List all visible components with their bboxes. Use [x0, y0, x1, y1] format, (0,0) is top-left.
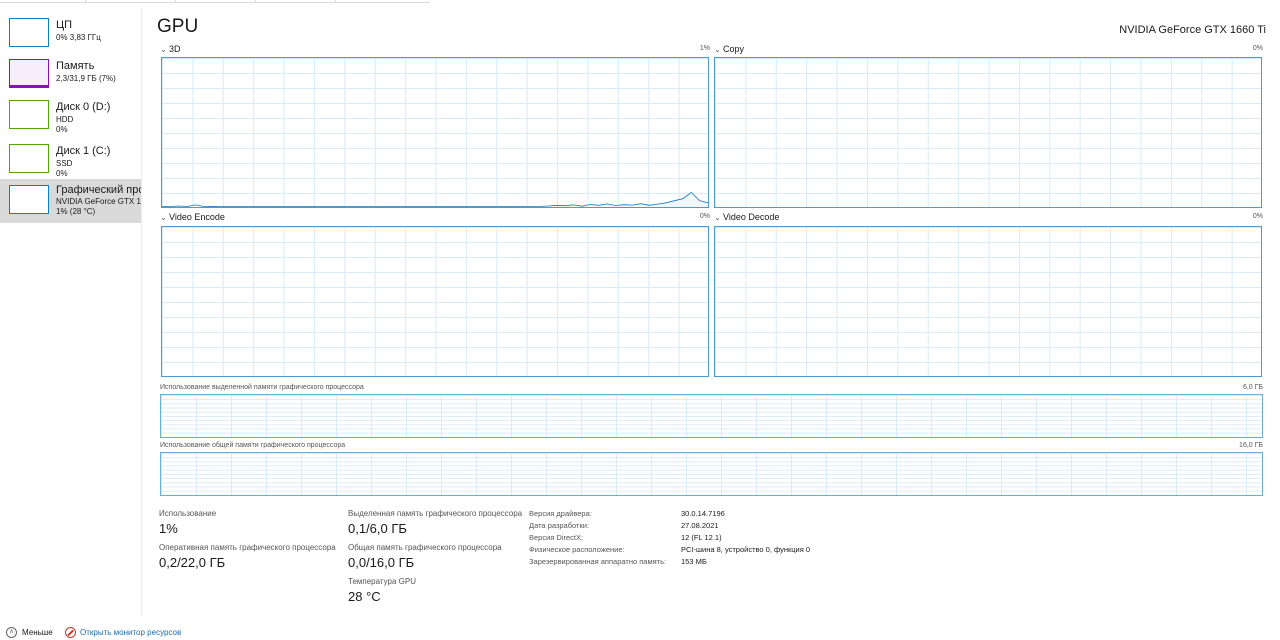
chevron-down-icon: ⌄ — [160, 213, 167, 222]
sidebar-item-gpu[interactable]: Графический про NVIDIA GeForce GTX 166 1… — [0, 179, 142, 223]
sidebar-item-cpu[interactable]: ЦП 0% 3,83 ГГц — [0, 12, 141, 56]
property-value: PCI-шина 8, устройство 0, функция 0 — [681, 545, 811, 554]
chevron-down-icon: ⌄ — [160, 45, 167, 54]
sidebar-item-usage: 0% — [56, 169, 68, 178]
open-resource-monitor-link[interactable]: Открыть монитор ресурсов — [80, 628, 181, 637]
property-value: 27.08.2021 — [681, 521, 719, 530]
shared-memory-label: Общая память графического процессора — [348, 543, 502, 552]
sidebar-item-memory[interactable]: Память 2,3/31,9 ГБ (7%) — [0, 53, 141, 97]
gpu-temperature-label: Температура GPU — [348, 577, 417, 586]
engine-percent: 0% — [699, 213, 710, 220]
property-value: 30.0.14.7196 — [681, 509, 725, 518]
sidebar-item-detail: NVIDIA GeForce GTX 166 — [56, 197, 142, 206]
property-key: Версия DirectX: — [529, 533, 584, 542]
gpu-memory-label: Оперативная память графического процессо… — [159, 543, 336, 552]
engine-name: Video Decode — [723, 212, 780, 222]
engine-selector-video-decode[interactable]: ⌄ Video Decode — [714, 212, 779, 222]
resource-monitor-icon[interactable] — [65, 627, 76, 638]
memory-thumbnail-graph — [9, 59, 49, 88]
disk-1-thumbnail-graph — [9, 144, 49, 173]
chevron-down-icon: ⌄ — [714, 45, 721, 54]
dedicated-memory-graph-label: Использование выделенной памяти графичес… — [160, 384, 364, 391]
engine-percent: 0% — [1252, 213, 1263, 220]
gpu-temperature-value: 28 °C — [348, 589, 381, 604]
shared-memory-graph — [160, 452, 1263, 496]
engine-name: Video Encode — [169, 212, 225, 222]
sidebar-item-detail: 2,3/31,9 ГБ (7%) — [56, 74, 116, 83]
graph-video-encode — [161, 226, 709, 377]
sidebar-item-detail: HDD — [56, 115, 74, 124]
cpu-thumbnail-graph — [9, 18, 49, 47]
series-3d-line — [162, 191, 708, 207]
footer: ˄ Меньше Открыть монитор ресурсов — [0, 624, 1280, 640]
sidebar-item-title: ЦП — [56, 19, 73, 31]
chevron-down-icon: ⌄ — [714, 213, 721, 222]
sidebar-item-usage: 0% — [56, 125, 68, 134]
property-key: Зарезервированная аппаратно память: — [529, 557, 667, 566]
property-key: Версия драйвера: — [529, 509, 592, 518]
gpu-thumbnail-graph — [9, 185, 49, 214]
sidebar-item-title: Память — [56, 60, 95, 72]
dedicated-memory-value: 0,1/6,0 ГБ — [348, 521, 407, 536]
graph-3d-svg — [162, 191, 708, 207]
usage-label: Использование — [159, 509, 217, 518]
sidebar-item-title: Диск 1 (C:) — [56, 145, 111, 157]
engine-percent: 1% — [699, 45, 710, 52]
usage-value: 1% — [159, 521, 178, 536]
sidebar-item-usage: 1% (28 °C) — [56, 207, 96, 216]
sidebar-item-title: Диск 0 (D:) — [56, 101, 111, 113]
engine-selector-3d[interactable]: ⌄ 3D — [160, 44, 181, 54]
page-title: GPU — [157, 16, 199, 37]
engine-selector-copy[interactable]: ⌄ Copy — [714, 44, 744, 54]
property-value: 12 (FL 12.1) — [681, 533, 722, 542]
property-value: 153 МБ — [681, 557, 707, 566]
fewer-details-button[interactable]: Меньше — [22, 628, 53, 637]
graph-3d — [161, 57, 709, 208]
chevron-up-icon[interactable]: ˄ — [6, 627, 17, 638]
tab-strip — [0, 0, 430, 3]
engine-name: Copy — [723, 44, 745, 54]
sidebar-item-title: Графический про — [56, 184, 142, 196]
shared-memory-graph-max: 16,0 ГБ — [1239, 442, 1263, 449]
property-key: Дата разработки: — [529, 521, 590, 530]
shared-memory-graph-label: Использование общей памяти графического … — [160, 442, 346, 449]
device-name: NVIDIA GeForce GTX 1660 Ti — [1119, 24, 1266, 36]
engine-name: 3D — [169, 44, 181, 54]
graph-video-decode — [714, 226, 1262, 377]
gpu-memory-value: 0,2/22,0 ГБ — [159, 555, 226, 570]
property-key: Физическое расположение: — [529, 545, 625, 554]
disk-0-thumbnail-graph — [9, 100, 49, 129]
sidebar-item-detail: 0% 3,83 ГГц — [56, 33, 101, 42]
graph-copy — [714, 57, 1262, 208]
engine-selector-video-encode[interactable]: ⌄ Video Encode — [160, 212, 225, 222]
sidebar-item-detail: SSD — [56, 159, 73, 168]
sidebar: ЦП 0% 3,83 ГГц Память 2,3/31,9 ГБ (7%) Д… — [0, 8, 142, 616]
sidebar-item-disk-1[interactable]: Диск 1 (C:) SSD 0% — [0, 138, 141, 182]
dedicated-memory-graph — [160, 394, 1263, 438]
sidebar-item-disk-0[interactable]: Диск 0 (D:) HDD 0% — [0, 94, 141, 138]
dedicated-memory-graph-max: 6,0 ГБ — [1242, 384, 1263, 391]
shared-memory-value: 0,0/16,0 ГБ — [348, 555, 415, 570]
engine-percent: 0% — [1252, 45, 1263, 52]
dedicated-memory-label: Выделенная память графического процессор… — [348, 509, 523, 518]
